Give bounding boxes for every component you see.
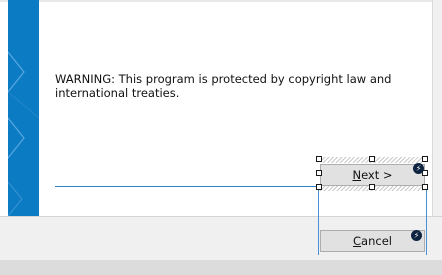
cancel-mnemonic: C: [353, 234, 362, 248]
footer-separator: [55, 186, 317, 187]
cancel-button[interactable]: Cancel: [320, 230, 425, 252]
selection-guide-left: [318, 187, 319, 255]
resize-handle-bottom-left[interactable]: [316, 184, 322, 190]
next-label: ext >: [361, 168, 393, 182]
cancel-label: ancel: [361, 234, 392, 248]
copyright-warning-text: WARNING: This program is protected by co…: [55, 72, 392, 100]
bottom-strip: [0, 260, 442, 275]
side-banner: [8, 0, 39, 216]
lightning-icon[interactable]: ⚡: [413, 163, 424, 174]
selection-guide-right: [426, 187, 427, 255]
resize-handle-top-right[interactable]: [422, 156, 428, 162]
banner-chevrons-graphic: [8, 51, 39, 216]
resize-handle-bottom-right[interactable]: [422, 184, 428, 190]
resize-handle-bottom-middle[interactable]: [369, 184, 375, 190]
resize-handle-middle-left[interactable]: [316, 170, 322, 176]
top-strip: [0, 0, 442, 2]
lightning-icon[interactable]: ⚡: [411, 230, 422, 241]
resize-handle-top-middle[interactable]: [369, 156, 375, 162]
next-mnemonic: N: [352, 168, 362, 182]
resize-handle-top-left[interactable]: [316, 156, 322, 162]
next-button[interactable]: Next >: [320, 164, 425, 186]
window-right-edge: [432, 0, 442, 216]
